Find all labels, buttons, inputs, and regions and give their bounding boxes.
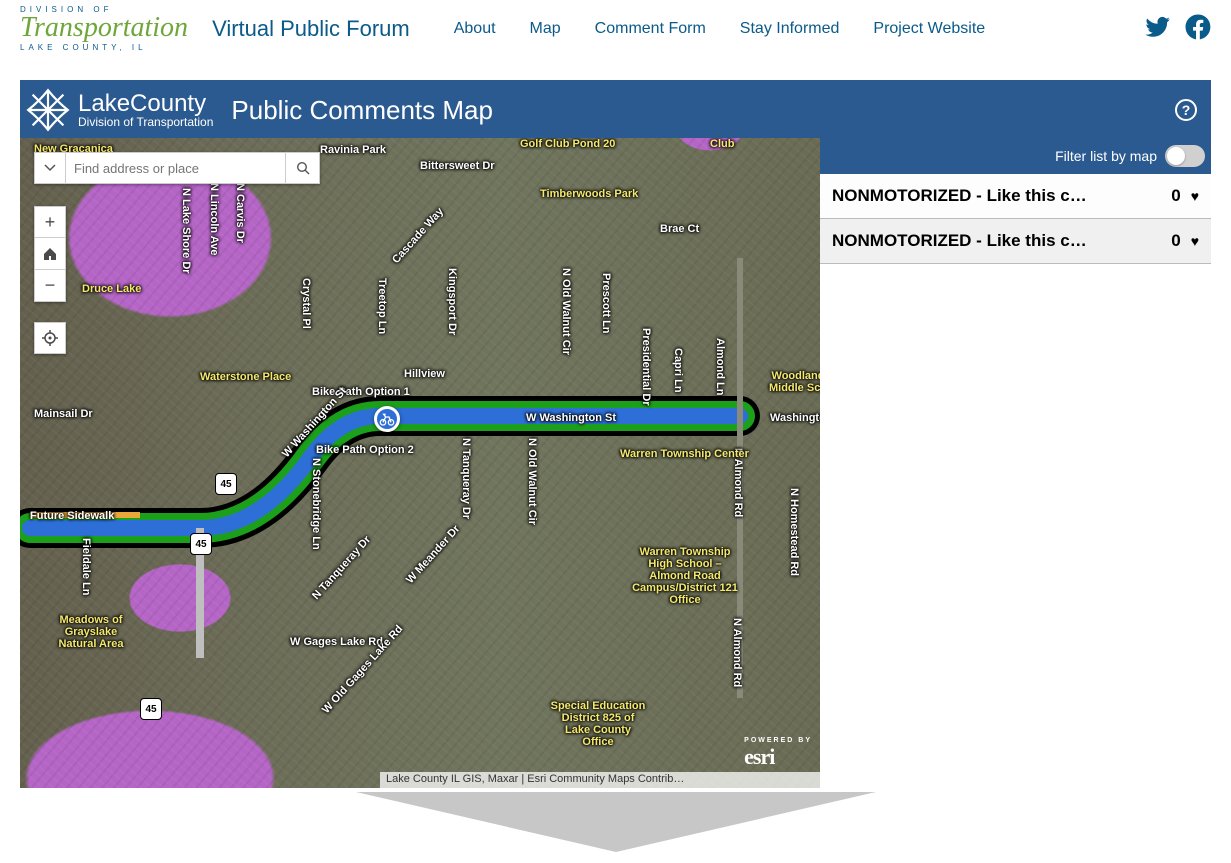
lc-text-big: LakeCounty [78,92,213,116]
lbl-almondln: Almond Ln [714,338,726,395]
esri-pre: POWERED BY [744,737,812,744]
bike-marker-icon[interactable] [374,406,400,432]
lbl-golf-club: Golf Club Pond 20 [520,138,615,150]
map-attribution: Lake County IL GIS, Maxar | Esri Communi… [380,772,820,788]
lbl-timberwoods: Timberwoods Park [540,188,638,200]
zoom-controls: + − [34,206,66,302]
lc-text-small: Division of Transportation [78,116,213,128]
nav-map[interactable]: Map [530,20,561,38]
lbl-club: Club [710,138,734,150]
lbl-sp-ed: Special Education District 825 of Lake C… [548,700,648,748]
lbl-oldwalnut2: N Old Walnut Cir [526,438,538,525]
lbl-crystal: Crystal Pl [300,278,312,329]
lbl-meadows: Meadows of Grayslake Natural Area [46,614,136,650]
lbl-woodland: Woodland Middle Sch [768,370,820,394]
twitter-icon[interactable] [1145,14,1171,45]
lbl-future: Future Sidewalk [30,510,114,522]
search-bar [34,152,320,184]
star-icon [26,88,70,132]
home-icon [42,246,58,262]
list-item[interactable]: NONMOTORIZED ‑ Like this c… 0 ♥ [820,219,1211,264]
home-button[interactable] [34,238,66,270]
lbl-bike1: Bike Path Option 1 [312,386,410,398]
locate-button[interactable] [34,322,66,354]
side-pane: Filter list by map NONMOTORIZED ‑ Like t… [820,138,1211,788]
lbl-fieldale: Fieldale Ln [80,538,92,595]
social-links [1145,14,1211,45]
scroll-down-arrow[interactable] [0,792,1231,862]
map-pane[interactable]: 45 45 45 New Gracanica Ravinia Park Bitt… [20,138,820,788]
list-item[interactable]: NONMOTORIZED ‑ Like this c… 0 ♥ [820,174,1211,219]
lbl-oldwalnut: N Old Walnut Cir [560,268,572,355]
lbl-stonebridge: N Stonebridge Ln [310,458,322,550]
lbl-druce: Druce Lake [82,283,141,295]
lbl-hillview: Hillview [404,368,445,380]
esri-logo[interactable]: POWERED BY esri [744,737,812,770]
heart-icon[interactable]: ♥ [1191,233,1199,249]
app: LakeCounty Division of Transportation Pu… [20,80,1211,788]
site-logo[interactable]: Transportation [20,6,188,52]
filter-bar: Filter list by map [820,138,1211,174]
esri-name: esri [744,744,774,769]
logo-script: Transportation [20,6,188,52]
list-item-title: NONMOTORIZED ‑ Like this c… [832,186,1161,206]
route-shield-45b: 45 [190,533,212,555]
lbl-warren-center: Warren Township Center [620,448,700,460]
lbl-mainsail: Mainsail Dr [34,408,93,420]
top-nav: Transportation Virtual Public Forum Abou… [0,0,1231,58]
chevron-down-large-icon [356,792,876,862]
lbl-lincoln: N Lincoln Ave [208,183,220,256]
app-header: LakeCounty Division of Transportation Pu… [20,80,1211,138]
list-item-count: 0 [1171,186,1180,206]
route-shield-45a: 45 [215,473,237,495]
lake-county-logo[interactable]: LakeCounty Division of Transportation [26,88,213,132]
zoom-out-button[interactable]: − [34,270,66,302]
locate-icon [42,330,58,346]
lbl-almond2: N Almond Rd [731,618,743,687]
lbl-tanqueray: N Tanqueray Dr [460,438,472,519]
search-submit-button[interactable] [286,152,320,184]
lbl-treetop: Treetop Ln [376,278,388,334]
minus-icon: − [45,275,56,296]
filter-toggle[interactable] [1165,145,1205,167]
list-item-title: NONMOTORIZED ‑ Like this c… [832,231,1161,251]
facebook-icon[interactable] [1185,14,1211,45]
nav-comment-form[interactable]: Comment Form [595,20,706,38]
forum-title: Virtual Public Forum [212,16,410,42]
search-menu-button[interactable] [34,152,66,184]
lbl-wash-r: Washington [770,412,820,424]
lbl-bittersweet: Bittersweet Dr [420,160,495,172]
lbl-presidential: Presidential Dr [640,328,652,406]
nav-links: About Map Comment Form Stay Informed Pro… [454,20,985,38]
filter-label: Filter list by map [1055,148,1157,164]
heart-icon[interactable]: ♥ [1191,188,1199,204]
list-item-count: 0 [1171,231,1180,251]
lbl-lakeshore: N Lake Shore Dr [180,188,192,274]
lbl-brae: Brae Ct [660,223,699,235]
lbl-wwash: W Washington St [526,412,616,424]
search-icon [296,161,310,175]
lbl-capri: Capri Ln [672,348,684,393]
nav-about[interactable]: About [454,20,496,38]
lbl-ravinia: Ravinia Park [320,144,386,156]
lbl-warren-hs: Warren Township High School – Almond Roa… [630,546,740,606]
plus-icon: + [45,212,56,233]
lbl-kingsport: Kingsport Dr [446,268,458,335]
lbl-gages: W Gages Lake Rd [290,636,383,648]
app-title: Public Comments Map [231,95,493,126]
chevron-down-icon [44,162,56,174]
lbl-prescott: Prescott Ln [600,273,612,334]
lbl-bike2: Bike Path Option 2 [316,444,414,456]
lbl-carvis: N Carvis Dr [234,183,246,243]
nav-project-website[interactable]: Project Website [873,20,985,38]
search-input[interactable] [66,152,286,184]
route-shield-45c: 45 [140,698,162,720]
zoom-in-button[interactable]: + [34,206,66,238]
lbl-homestead: N Homestead Rd [788,488,800,576]
nav-stay-informed[interactable]: Stay Informed [740,20,840,38]
lbl-waterstone: Waterstone Place [200,371,291,383]
toggle-knob [1167,147,1185,165]
app-body: 45 45 45 New Gracanica Ravinia Park Bitt… [20,138,1211,788]
help-button[interactable]: ? [1175,99,1197,121]
